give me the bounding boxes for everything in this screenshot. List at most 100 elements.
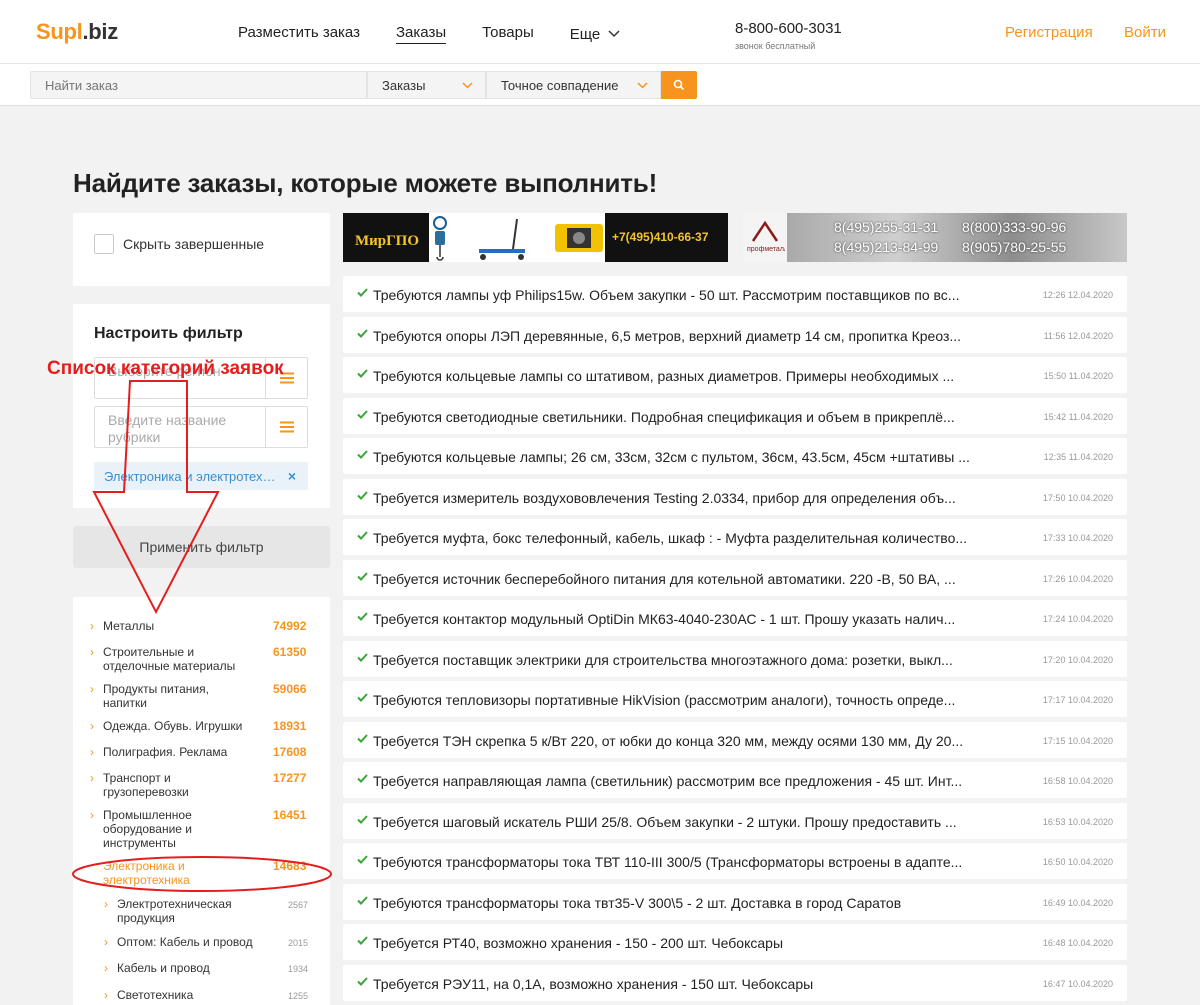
logo-part-2: .biz — [82, 19, 118, 44]
order-title[interactable]: Требуется РТ40, возможно хранения - 150 … — [373, 935, 978, 951]
check-icon — [357, 936, 368, 945]
order-title[interactable]: Требуются светодиодные светильники. Подр… — [373, 409, 978, 425]
nav-more[interactable]: Еще — [570, 24, 621, 44]
subcategory-count: 1255 — [288, 991, 309, 1001]
category-count: 17608 — [273, 745, 307, 759]
order-title[interactable]: Требуется муфта, бокс телефонный, кабель… — [373, 530, 978, 546]
category-count: 17277 — [273, 771, 307, 785]
order-time: 16:49 10.04.2020 — [1042, 898, 1113, 908]
order-row[interactable]: Требуется шаговый искатель РШИ 25/8. Объ… — [343, 803, 1127, 839]
order-row[interactable]: Требуется муфта, бокс телефонный, кабель… — [343, 519, 1127, 555]
order-title[interactable]: Требуется РЭУ11, на 0,1А, возможно хране… — [373, 976, 978, 992]
check-icon — [357, 734, 368, 743]
order-time: 16:50 10.04.2020 — [1042, 857, 1113, 867]
order-title[interactable]: Требуются опоры ЛЭП деревянные, 6,5 метр… — [373, 328, 978, 344]
order-title[interactable]: Требуется поставщик электрики для строит… — [373, 652, 978, 668]
check-icon — [357, 491, 368, 500]
order-title[interactable]: Требуются кольцевые лампы; 26 см, 33см, … — [373, 449, 978, 465]
order-time: 16:58 10.04.2020 — [1042, 776, 1113, 786]
register-link[interactable]: Регистрация — [1005, 24, 1093, 41]
check-icon — [357, 288, 368, 297]
order-row[interactable]: Требуются трансформаторы тока ТВТ 110-II… — [343, 843, 1127, 879]
search-scope-value: Заказы — [382, 78, 426, 93]
top-header: Supl.biz Разместить заказ Заказы Товары … — [0, 0, 1200, 64]
search-match-select[interactable]: Точное совпадение — [486, 71, 661, 99]
phone-note: звонок бесплатный — [735, 41, 816, 51]
rubric-field[interactable]: Введите название рубрики — [94, 406, 308, 448]
hide-completed-label: Скрыть завершенные — [123, 236, 265, 252]
chevron-right-icon: › — [104, 961, 108, 975]
profmetall-logo-icon — [751, 220, 779, 242]
check-icon — [357, 612, 368, 621]
order-time: 12:35 11.04.2020 — [1043, 452, 1113, 462]
order-time: 17:20 10.04.2020 — [1042, 655, 1113, 665]
apply-filter-button[interactable]: Применить фильтр — [73, 526, 330, 568]
order-time: 17:24 10.04.2020 — [1042, 614, 1113, 624]
search-input[interactable] — [30, 71, 367, 99]
order-row[interactable]: Требуются тепловизоры портативные HikVis… — [343, 681, 1127, 717]
order-row[interactable]: Требуется измеритель воздухововлечения T… — [343, 479, 1127, 515]
order-title[interactable]: Требуется контактор модульный OptiDin МК… — [373, 611, 978, 627]
order-row[interactable]: Требуется направляющая лампа (светильник… — [343, 762, 1127, 798]
filter-title: Настроить фильтр — [94, 325, 243, 342]
banner-mirgpo[interactable]: МирГПО +7(495)410-66-37 — [343, 213, 728, 262]
category-label: Электроника и электротехника — [103, 859, 190, 887]
chevron-down-icon — [637, 82, 648, 89]
category-label: Промышленное оборудование и инструменты — [103, 808, 192, 850]
nav-orders[interactable]: Заказы — [395, 24, 447, 44]
order-row[interactable]: Требуются опоры ЛЭП деревянные, 6,5 метр… — [343, 317, 1127, 353]
order-title[interactable]: Требуются тепловизоры портативные HikVis… — [373, 692, 978, 708]
order-time: 17:26 10.04.2020 — [1042, 574, 1113, 584]
order-title[interactable]: Требуется шаговый искатель РШИ 25/8. Объ… — [373, 814, 978, 830]
order-title[interactable]: Требуется измеритель воздухововлечения T… — [373, 490, 978, 506]
subcategory-label: Электротехническая продукция — [117, 897, 232, 925]
logo[interactable]: Supl.biz — [36, 19, 118, 45]
order-row[interactable]: Требуются трансформаторы тока твт35-V 30… — [343, 884, 1127, 920]
order-row[interactable]: Требуется РТ40, возможно хранения - 150 … — [343, 924, 1127, 960]
order-time: 11:56 12.04.2020 — [1043, 331, 1113, 341]
banner-profmetall-logo: профметалл — [743, 213, 787, 262]
order-row[interactable]: Требуется контактор модульный OptiDin МК… — [343, 600, 1127, 636]
order-row[interactable]: Требуются лампы уф Philips15w. Объем зак… — [343, 276, 1127, 312]
chevron-right-icon: › — [104, 988, 108, 1002]
search-button[interactable] — [661, 71, 697, 99]
search-bar: Заказы Точное совпадение — [0, 64, 1200, 106]
subcategory-count: 1934 — [288, 964, 309, 974]
order-title[interactable]: Требуются трансформаторы тока ТВТ 110-II… — [373, 854, 978, 870]
order-row[interactable]: Требуются кольцевые лампы; 26 см, 33см, … — [343, 438, 1127, 474]
hide-completed-checkbox[interactable] — [94, 234, 114, 254]
order-row[interactable]: Требуется источник бесперебойного питани… — [343, 560, 1127, 596]
order-row[interactable]: Требуются светодиодные светильники. Подр… — [343, 398, 1127, 434]
category-label: Металлы — [103, 619, 155, 633]
order-title[interactable]: Требуется источник бесперебойного питани… — [373, 571, 978, 587]
category-count: 61350 — [273, 645, 307, 659]
phone-number[interactable]: 8-800-600-3031 — [735, 20, 842, 37]
search-scope-select[interactable]: Заказы — [367, 71, 486, 99]
login-link[interactable]: Войти — [1124, 24, 1166, 41]
order-row[interactable]: Требуется ТЭН скрепка 5 к/Вт 220, от юбк… — [343, 722, 1127, 758]
order-row[interactable]: Требуются кольцевые лампы со штативом, р… — [343, 357, 1127, 393]
nav-goods[interactable]: Товары — [482, 24, 534, 44]
check-icon — [357, 450, 368, 459]
logo-part-1: Supl — [36, 19, 83, 44]
hoist-icon — [433, 216, 447, 261]
order-title[interactable]: Требуется направляющая лампа (светильник… — [373, 773, 978, 789]
remove-tag-icon[interactable]: × — [288, 468, 296, 484]
check-icon — [357, 531, 368, 540]
check-icon — [357, 693, 368, 702]
order-row[interactable]: Требуется поставщик электрики для строит… — [343, 641, 1127, 677]
nav-post-order[interactable]: Разместить заказ — [238, 24, 360, 44]
order-time: 16:48 10.04.2020 — [1042, 938, 1113, 948]
order-title[interactable]: Требуется ТЭН скрепка 5 к/Вт 220, от юбк… — [373, 733, 978, 749]
rubric-menu-button[interactable] — [265, 407, 307, 447]
banner-phone-3: 8(495)213-84-99 — [834, 239, 939, 255]
banner-phone-1: 8(495)255-31-31 — [834, 219, 939, 235]
hide-completed-row[interactable]: Скрыть завершенные — [94, 234, 264, 254]
banner-profmetall[interactable]: профметалл 8(495)255-31-31 8(800)333-90-… — [743, 213, 1127, 262]
page-title: Найдите заказы, которые можете выполнить… — [73, 168, 658, 198]
order-title[interactable]: Требуются лампы уф Philips15w. Объем зак… — [373, 287, 978, 303]
order-title[interactable]: Требуются кольцевые лампы со штативом, р… — [373, 368, 978, 384]
chevron-right-icon: › — [90, 745, 94, 759]
order-title[interactable]: Требуются трансформаторы тока твт35-V 30… — [373, 895, 978, 911]
order-row[interactable]: Требуется РЭУ11, на 0,1А, возможно хране… — [343, 965, 1127, 1001]
